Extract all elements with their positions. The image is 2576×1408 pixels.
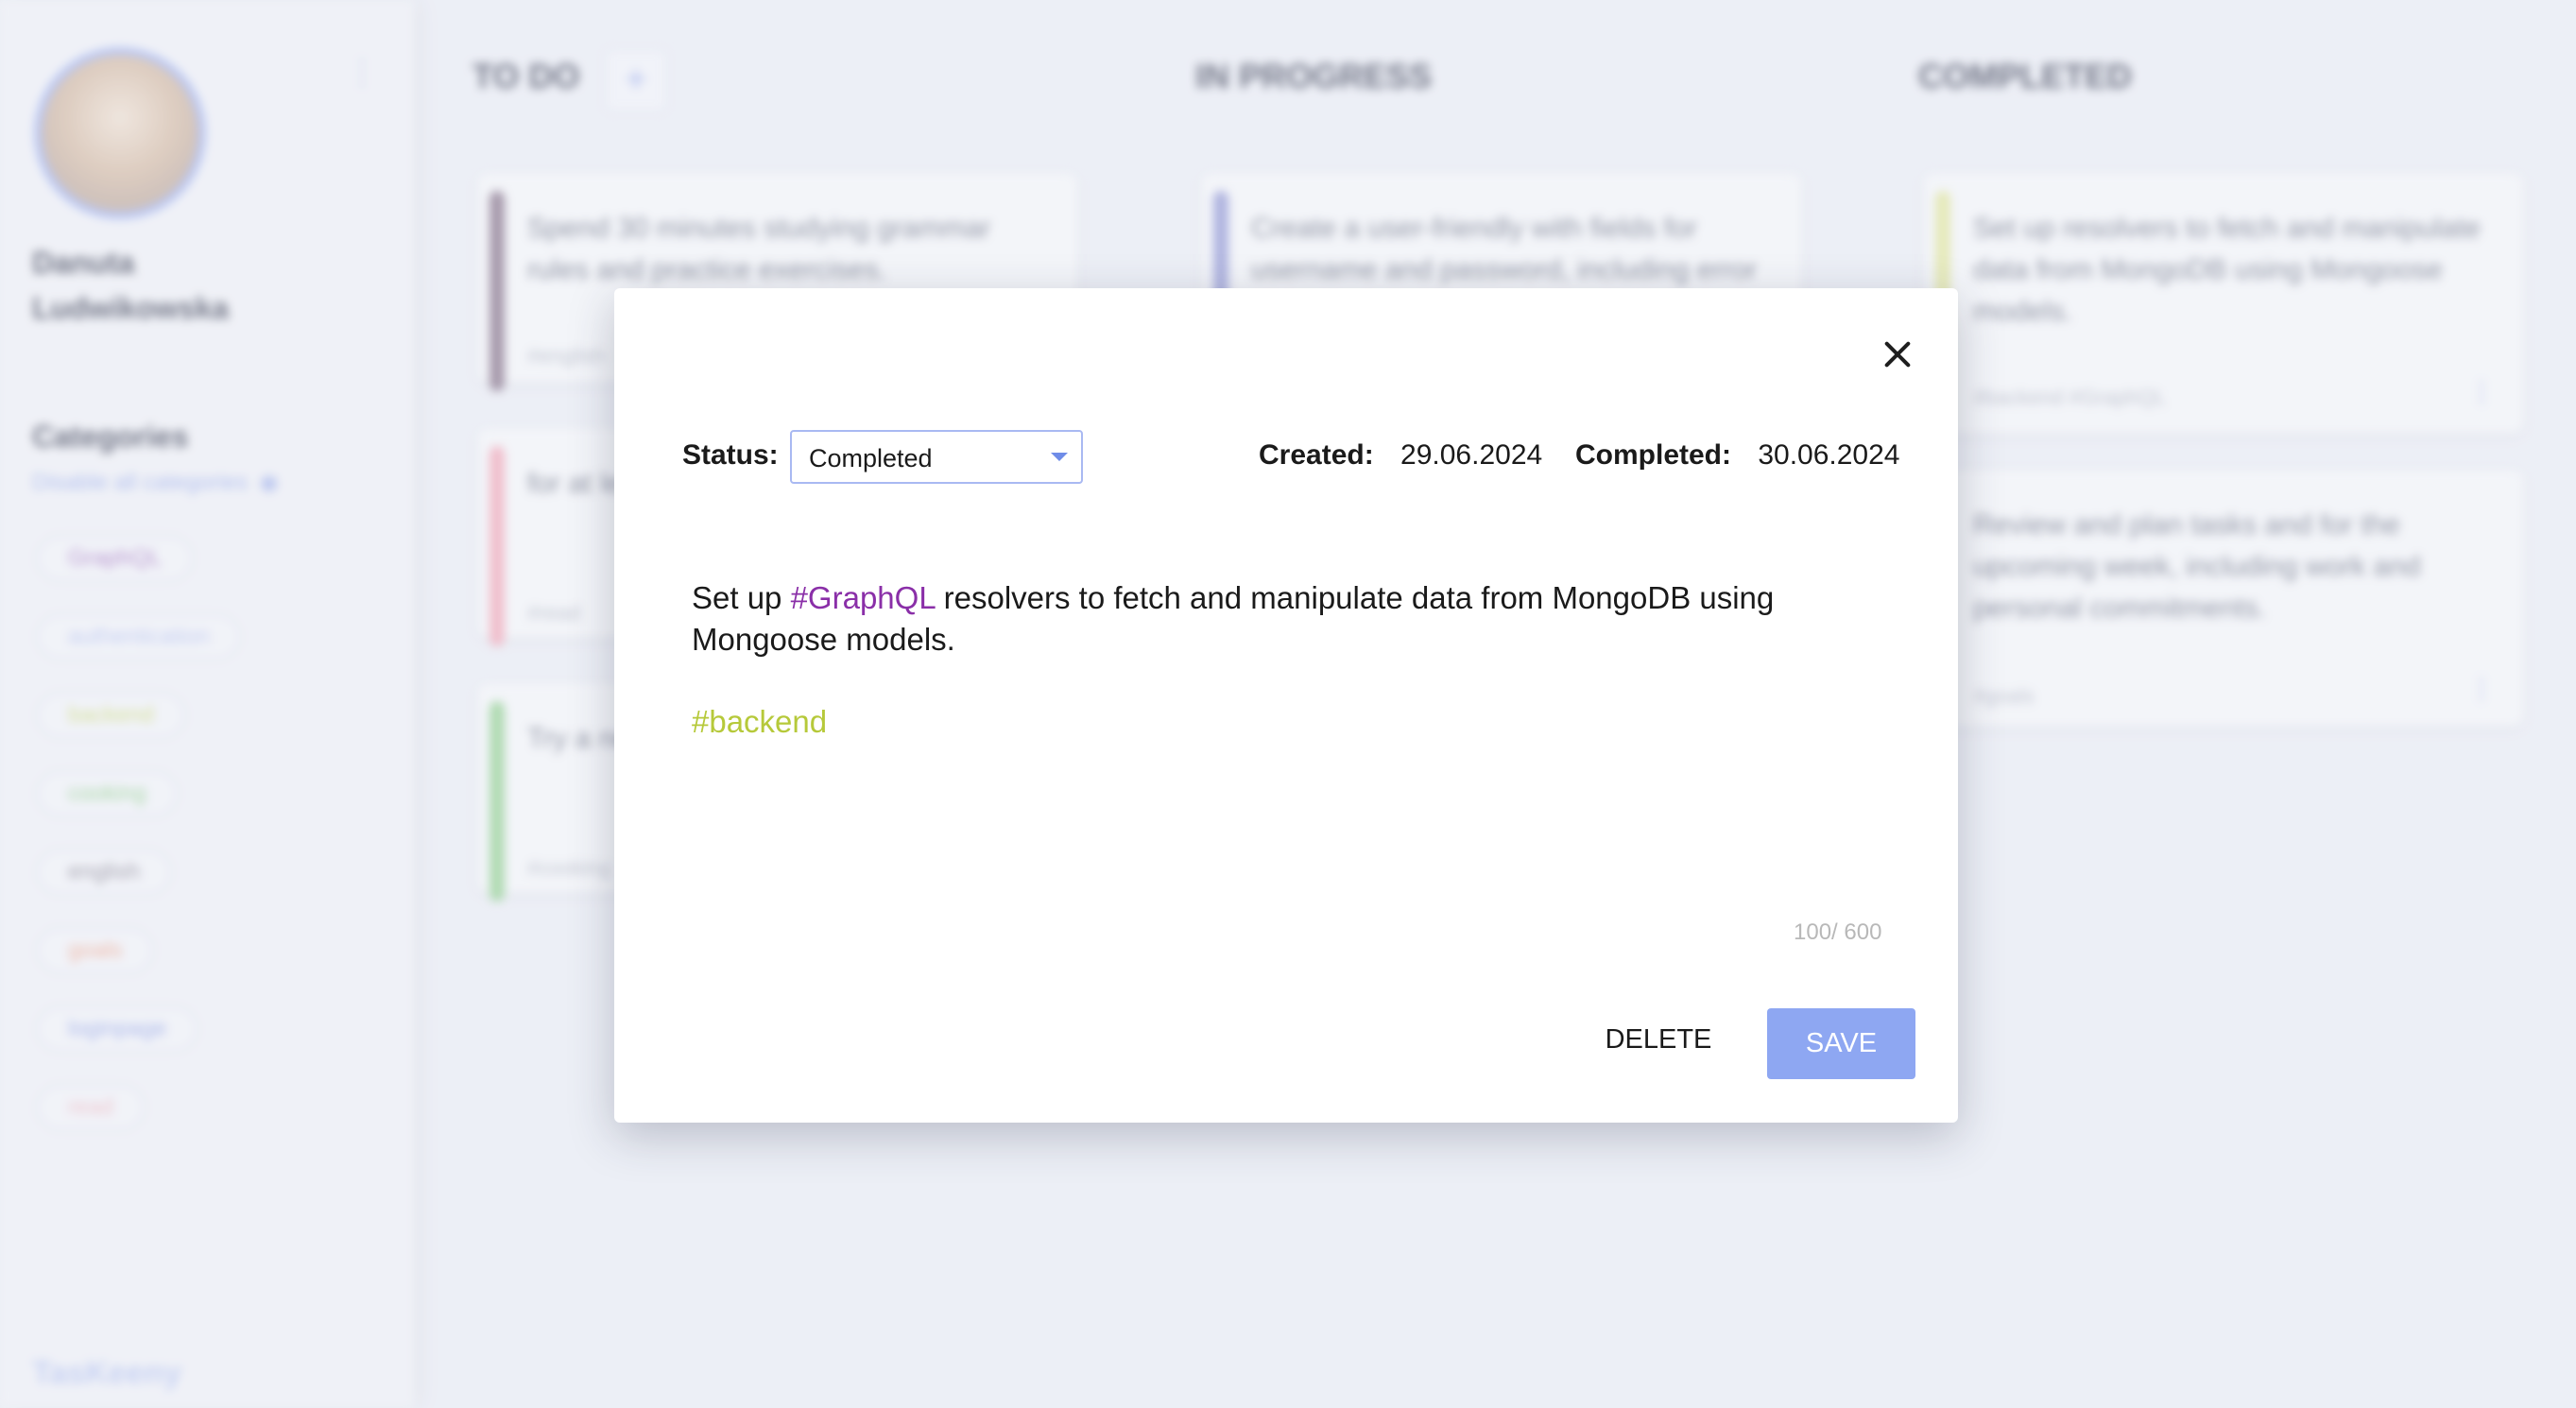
task-edit-modal: Status: Completed Created: 29.06.2024 Co… (614, 288, 1958, 1123)
completed-label: Completed: (1575, 439, 1731, 471)
status-select[interactable]: Completed (790, 430, 1083, 484)
delete-button[interactable]: DELETE (1597, 1008, 1720, 1071)
task-description[interactable]: Set up #GraphQL resolvers to fetch and m… (692, 577, 1882, 661)
close-icon[interactable] (1879, 335, 1916, 373)
created-label: Created: (1259, 439, 1374, 471)
save-button[interactable]: SAVE (1767, 1008, 1915, 1079)
status-label: Status: (682, 439, 779, 471)
status-selected-value: Completed (809, 444, 933, 472)
created-info: Created: 29.06.2024 (1259, 439, 1542, 472)
created-date: 29.06.2024 (1400, 439, 1543, 471)
description-hashtag: #GraphQL (790, 580, 936, 615)
completed-info: Completed: 30.06.2024 (1575, 439, 1900, 472)
character-counter: 100/ 600 (1794, 919, 1882, 945)
chevron-down-icon (1051, 453, 1068, 461)
description-text: Set up (692, 580, 791, 615)
completed-date: 30.06.2024 (1758, 439, 1900, 471)
task-hashtag: #backend (692, 704, 828, 739)
